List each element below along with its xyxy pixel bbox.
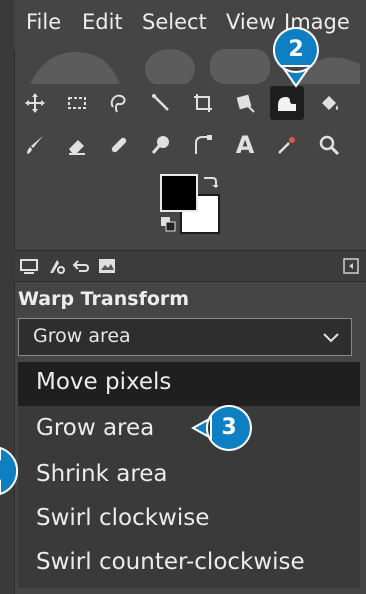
menu-select[interactable]: Select — [142, 10, 207, 34]
option-label: Swirl clockwise — [36, 505, 210, 531]
option-swirl-counter-clockwise[interactable]: Swirl counter-clockwise — [18, 542, 360, 586]
chevron-down-icon — [323, 333, 339, 343]
tool-options-tab-icon[interactable] — [18, 255, 40, 277]
device-status-tab-icon[interactable] — [46, 255, 68, 277]
callout-2: 2 — [272, 26, 320, 88]
callout-number: 3 — [221, 415, 237, 440]
callout-partial-marker-icon — [0, 446, 18, 496]
tool-options-title: Warp Transform — [18, 288, 190, 310]
option-shrink-area[interactable]: Shrink area — [18, 454, 360, 498]
text-tool-glyph: A — [235, 131, 255, 159]
smudge-tool-icon[interactable] — [144, 128, 178, 162]
menu-edit[interactable]: Edit — [82, 10, 123, 34]
move-tool-icon[interactable] — [18, 86, 52, 120]
bucket-fill-tool-icon[interactable] — [312, 86, 346, 120]
option-grow-area[interactable]: Grow area — [18, 408, 360, 452]
option-label: Shrink area — [36, 461, 168, 487]
dock-tabs — [14, 250, 366, 282]
behavior-dropdown-menu: Move pixels Grow area Shrink area Swirl … — [18, 362, 360, 588]
toolbox: A — [14, 84, 366, 174]
left-panel-edge — [0, 0, 15, 594]
heal-tool-icon[interactable] — [102, 128, 136, 162]
swap-colors-icon[interactable] — [202, 174, 218, 190]
option-label: Swirl counter-clockwise — [36, 549, 305, 575]
option-label: Move pixels — [36, 369, 172, 395]
behavior-select[interactable]: Grow area — [18, 318, 352, 356]
color-picker-tool-icon[interactable] — [270, 128, 304, 162]
text-tool-icon[interactable]: A — [228, 128, 262, 162]
undo-history-tab-icon[interactable] — [70, 255, 92, 277]
callout-3: 3 — [191, 404, 253, 452]
unified-transform-tool-icon[interactable] — [228, 86, 262, 120]
fuzzy-select-tool-icon[interactable] — [144, 86, 178, 120]
menu-file[interactable]: File — [26, 10, 61, 34]
foreground-color-swatch[interactable] — [160, 174, 198, 212]
option-label: Grow area — [36, 415, 155, 441]
option-move-pixels[interactable]: Move pixels — [18, 362, 360, 406]
eraser-tool-icon[interactable] — [60, 128, 94, 162]
fg-bg-color-area — [158, 172, 222, 236]
option-swirl-clockwise[interactable]: Swirl clockwise — [18, 498, 360, 542]
warp-transform-tool-icon[interactable] — [270, 86, 304, 120]
dock-menu-icon[interactable] — [340, 255, 362, 277]
paths-tool-icon[interactable] — [186, 128, 220, 162]
callout-number: 2 — [288, 37, 304, 62]
crop-tool-icon[interactable] — [186, 86, 220, 120]
rect-select-tool-icon[interactable] — [60, 86, 94, 120]
free-select-tool-icon[interactable] — [102, 86, 136, 120]
paintbrush-tool-icon[interactable] — [18, 128, 52, 162]
behavior-select-value: Grow area — [33, 325, 131, 347]
zoom-tool-icon[interactable] — [312, 128, 346, 162]
default-colors-icon[interactable] — [160, 216, 176, 232]
menu-view[interactable]: View — [226, 10, 276, 34]
images-tab-icon[interactable] — [96, 255, 118, 277]
